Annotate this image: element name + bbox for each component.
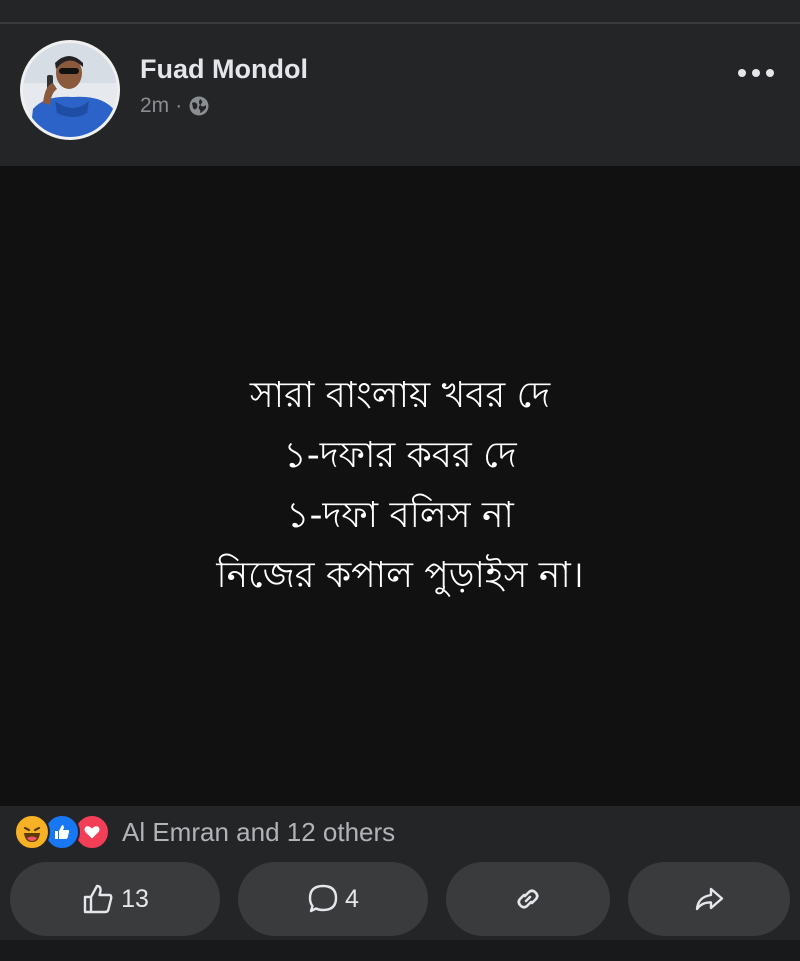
- post-time[interactable]: 2m: [140, 94, 169, 118]
- haha-icon: [14, 814, 50, 850]
- like-count: 13: [121, 884, 149, 913]
- reaction-icons[interactable]: [14, 814, 110, 850]
- post-line-1: সারা বাংলায় খবর দে: [249, 375, 551, 416]
- avatar[interactable]: [20, 40, 120, 140]
- comment-button[interactable]: 4: [238, 862, 428, 936]
- post-text-background: সারা বাংলায় খবর দে ১-দফার কবর দে ১-দফা …: [0, 166, 800, 806]
- link-icon: [517, 889, 539, 909]
- reactions-summary: Al Emran and 12 others: [0, 806, 800, 858]
- share-icon: [695, 887, 724, 911]
- thumbs-up-icon: [83, 884, 113, 914]
- post-header: Fuad Mondol 2m ·: [0, 24, 800, 166]
- share-button[interactable]: [628, 862, 790, 936]
- post-line-3: ১-দফা বলিস না: [286, 495, 514, 536]
- post-meta: 2m ·: [140, 94, 210, 118]
- meta-separator: ·: [175, 94, 183, 117]
- more-options-button[interactable]: [734, 58, 778, 88]
- author-name[interactable]: Fuad Mondol: [140, 54, 308, 85]
- avatar-photo: [23, 43, 117, 137]
- comment-count: 4: [345, 884, 359, 913]
- post-line-4: নিজের কপাল পুড়াইস না।: [216, 555, 584, 596]
- bottom-bar: [0, 940, 800, 961]
- more-icon: [738, 69, 774, 77]
- post-line-2: ১-দফার কবর দে: [283, 435, 517, 476]
- like-button[interactable]: 13: [10, 862, 220, 936]
- globe-icon: [189, 96, 209, 116]
- reactions-text[interactable]: Al Emran and 12 others: [122, 817, 395, 848]
- copy-link-button[interactable]: [446, 862, 610, 936]
- comment-icon: [308, 884, 338, 913]
